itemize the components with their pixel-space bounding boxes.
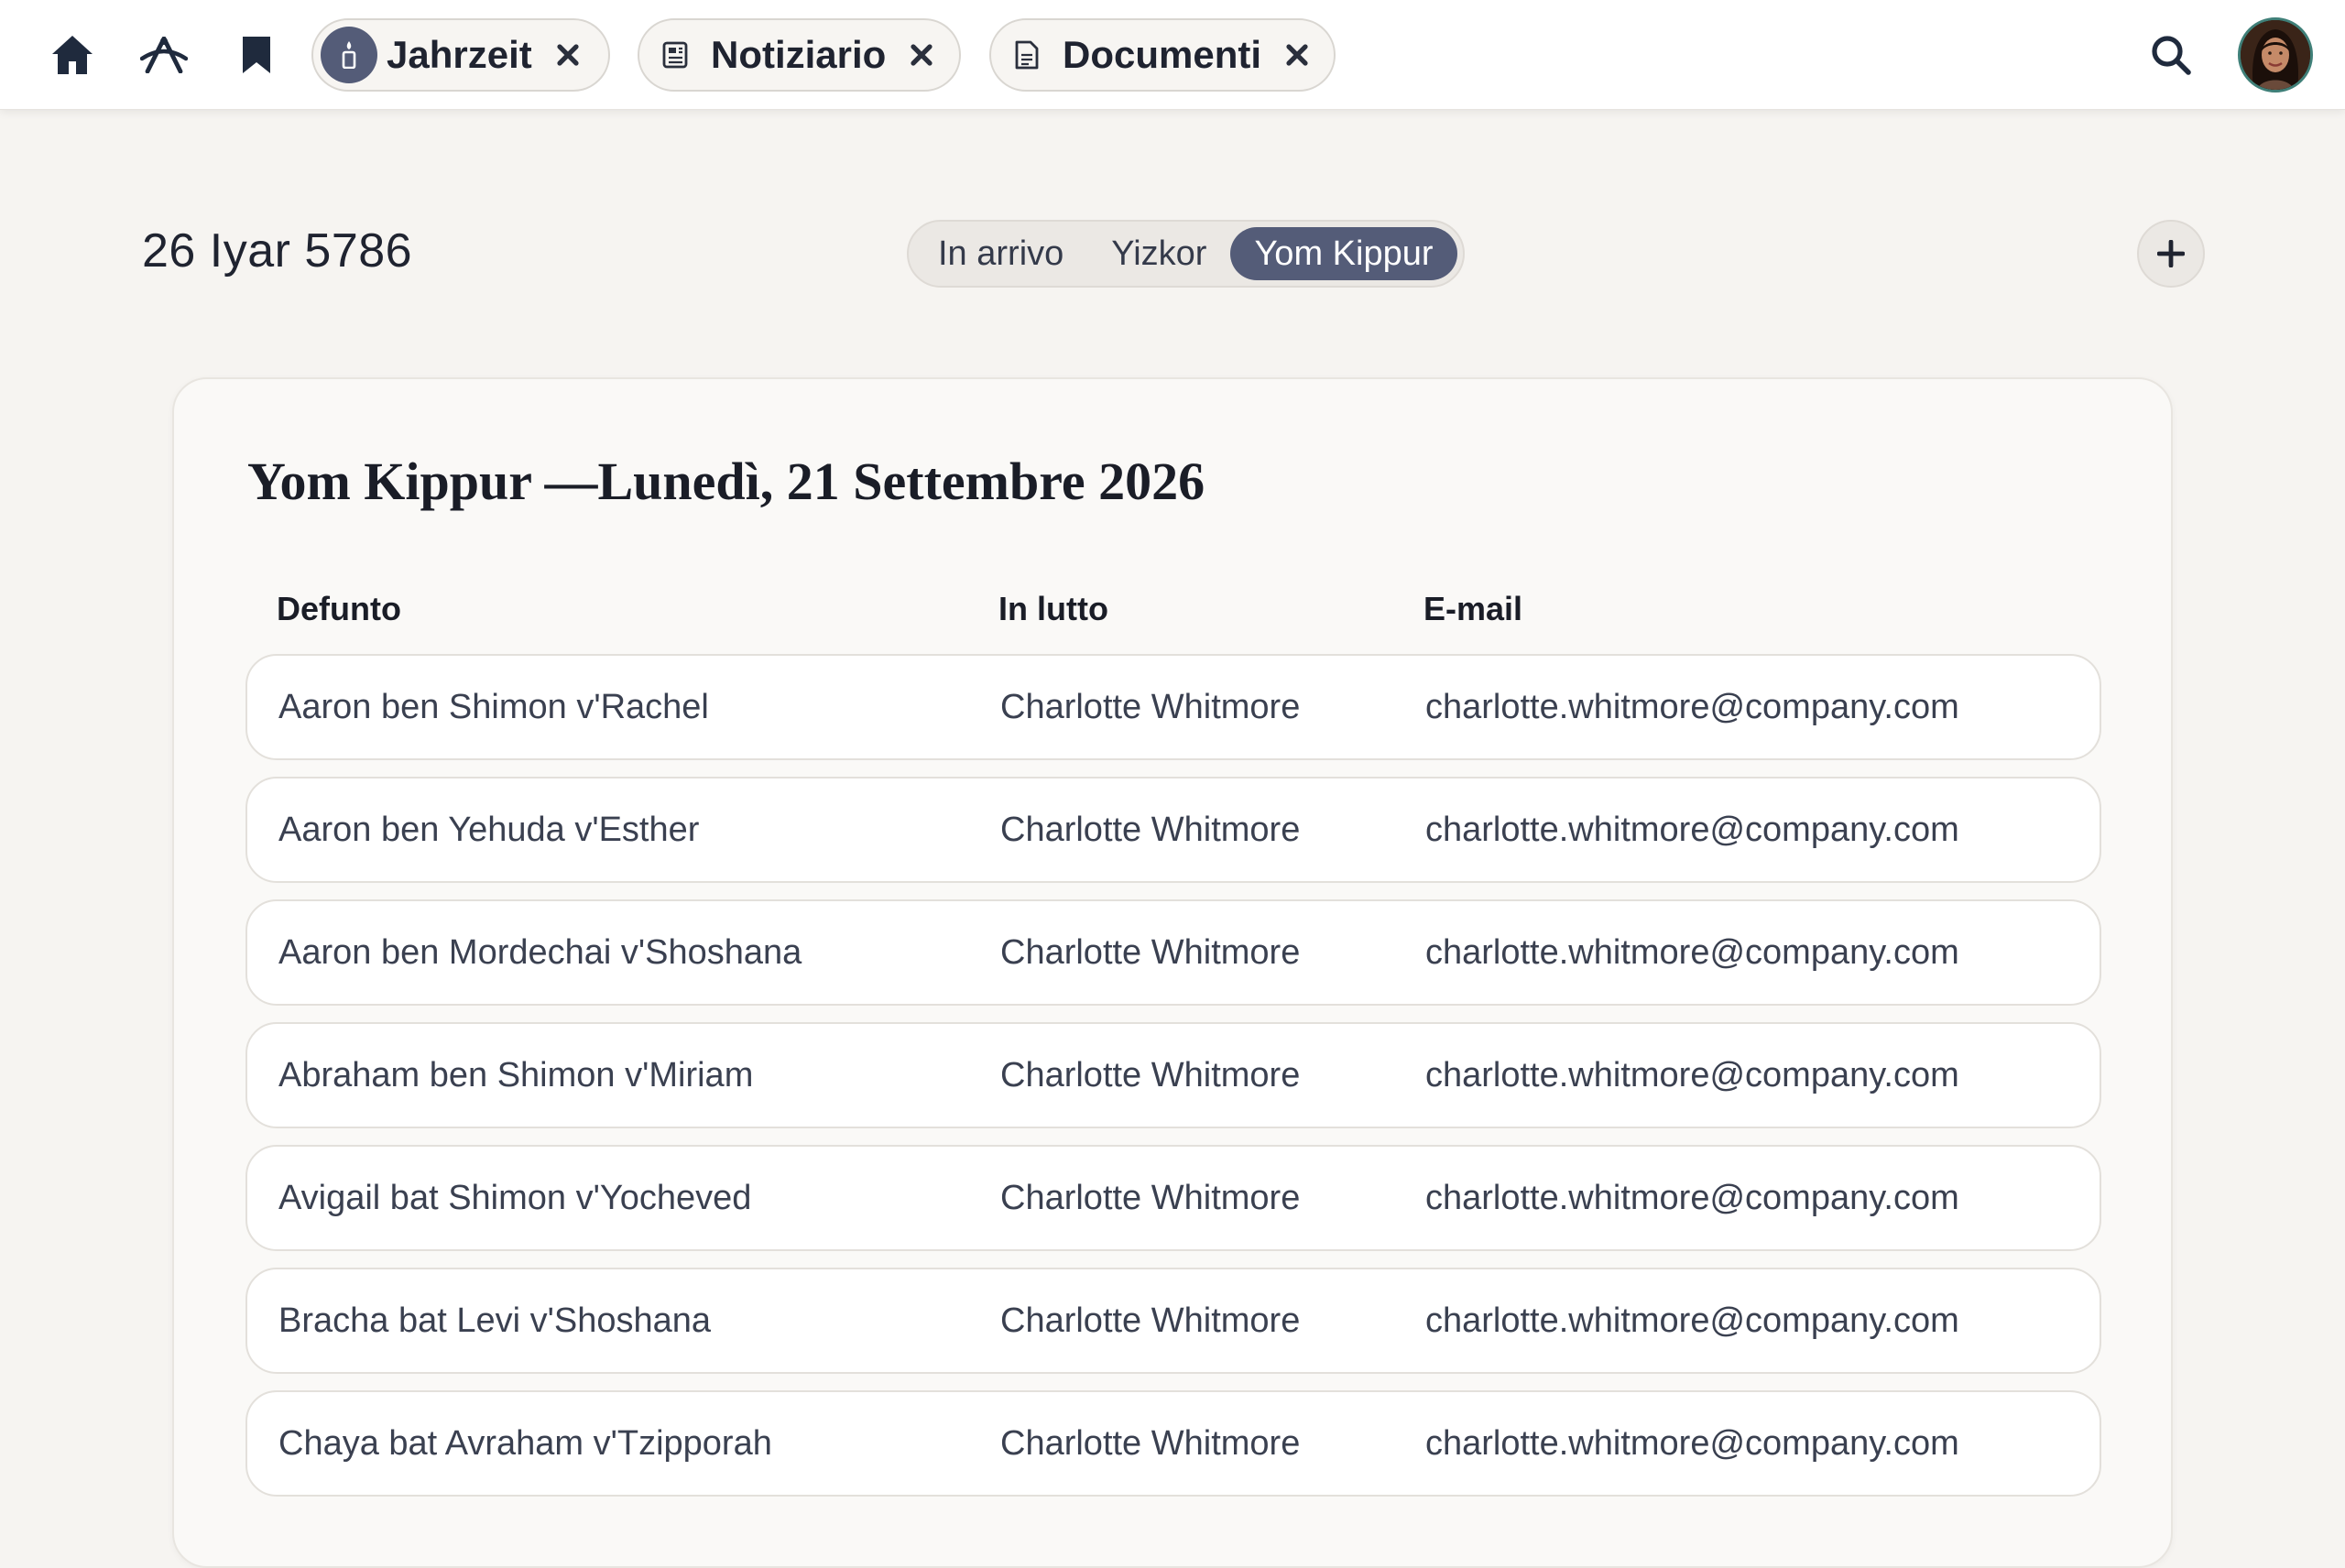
- mourner-name: Charlotte Whitmore: [1000, 687, 1301, 726]
- deceased-name: Aaron ben Shimon v'Rachel: [278, 687, 709, 726]
- add-button[interactable]: [2137, 220, 2205, 288]
- segment-in-arrivo[interactable]: In arrivo: [914, 227, 1087, 280]
- mourner-name: Charlotte Whitmore: [1000, 932, 1301, 972]
- home-icon[interactable]: [45, 27, 100, 82]
- mourner-name: Charlotte Whitmore: [1000, 1055, 1301, 1094]
- tab-documenti[interactable]: Documenti: [989, 18, 1336, 92]
- top-navigation-bar: Jahrzeit Notiziario Documenti: [0, 0, 2345, 110]
- table-row[interactable]: Aaron ben Mordechai v'Shoshana Charlotte…: [245, 899, 2101, 1006]
- column-header-in-lutto: In lutto: [998, 590, 1108, 627]
- segment-yom-kippur[interactable]: Yom Kippur: [1230, 227, 1457, 280]
- document-icon: [998, 27, 1055, 83]
- bookmark-icon[interactable]: [229, 27, 284, 82]
- table-row[interactable]: Chaya bat Avraham v'Tzipporah Charlotte …: [245, 1390, 2101, 1497]
- table-row[interactable]: Bracha bat Levi v'Shoshana Charlotte Whi…: [245, 1268, 2101, 1374]
- deceased-name: Abraham ben Shimon v'Miriam: [278, 1055, 754, 1094]
- mourner-email: charlotte.whitmore@company.com: [1425, 1301, 1959, 1340]
- yom-kippur-card: Yom Kippur —Lunedì, 21 Settembre 2026 De…: [172, 377, 2173, 1568]
- mourner-name: Charlotte Whitmore: [1000, 1301, 1301, 1340]
- tab-label: Notiziario: [711, 33, 887, 76]
- segment-yizkor[interactable]: Yizkor: [1087, 227, 1230, 280]
- mourner-name: Charlotte Whitmore: [1000, 1423, 1301, 1463]
- mourner-email: charlotte.whitmore@company.com: [1425, 810, 1959, 849]
- mourner-email: charlotte.whitmore@company.com: [1425, 932, 1959, 972]
- mourner-email: charlotte.whitmore@company.com: [1425, 1178, 1959, 1217]
- tab-jahrzeit[interactable]: Jahrzeit: [311, 18, 610, 92]
- plus-icon: [2157, 240, 2185, 267]
- deceased-name: Bracha bat Levi v'Shoshana: [278, 1301, 712, 1340]
- hebrew-date-title: 26 Iyar 5786: [142, 224, 413, 278]
- column-header-email: E-mail: [1423, 590, 1523, 627]
- mourner-name: Charlotte Whitmore: [1000, 1178, 1301, 1217]
- card-title: Yom Kippur —Lunedì, 21 Settembre 2026: [247, 452, 1205, 511]
- column-header-defunto: Defunto: [277, 590, 401, 627]
- close-icon[interactable]: [910, 43, 933, 67]
- tab-notiziario[interactable]: Notiziario: [638, 18, 961, 92]
- tab-label: Documenti: [1063, 33, 1262, 76]
- mourner-email: charlotte.whitmore@company.com: [1425, 687, 1959, 726]
- deceased-name: Aaron ben Yehuda v'Esther: [278, 810, 700, 849]
- deceased-name: Avigail bat Shimon v'Yocheved: [278, 1178, 752, 1217]
- deceased-name: Chaya bat Avraham v'Tzipporah: [278, 1423, 772, 1463]
- table-row[interactable]: Aaron ben Yehuda v'Esther Charlotte Whit…: [245, 777, 2101, 883]
- deceased-name: Aaron ben Mordechai v'Shoshana: [278, 932, 802, 972]
- candle-icon: [321, 27, 377, 83]
- close-icon[interactable]: [1285, 43, 1309, 67]
- compass-tools-icon[interactable]: [136, 27, 191, 82]
- tab-label: Jahrzeit: [387, 33, 532, 76]
- table-row[interactable]: Abraham ben Shimon v'Miriam Charlotte Wh…: [245, 1022, 2101, 1128]
- search-icon[interactable]: [2143, 27, 2198, 82]
- close-icon[interactable]: [556, 43, 580, 67]
- newspaper-icon: [647, 27, 704, 83]
- view-segmented-control: In arrivo Yizkor Yom Kippur: [907, 220, 1465, 288]
- mourner-email: charlotte.whitmore@company.com: [1425, 1423, 1959, 1463]
- table-row[interactable]: Aaron ben Shimon v'Rachel Charlotte Whit…: [245, 654, 2101, 760]
- mourner-name: Charlotte Whitmore: [1000, 810, 1301, 849]
- table-row[interactable]: Avigail bat Shimon v'Yocheved Charlotte …: [245, 1145, 2101, 1251]
- mourner-email: charlotte.whitmore@company.com: [1425, 1055, 1959, 1094]
- avatar[interactable]: [2238, 17, 2313, 93]
